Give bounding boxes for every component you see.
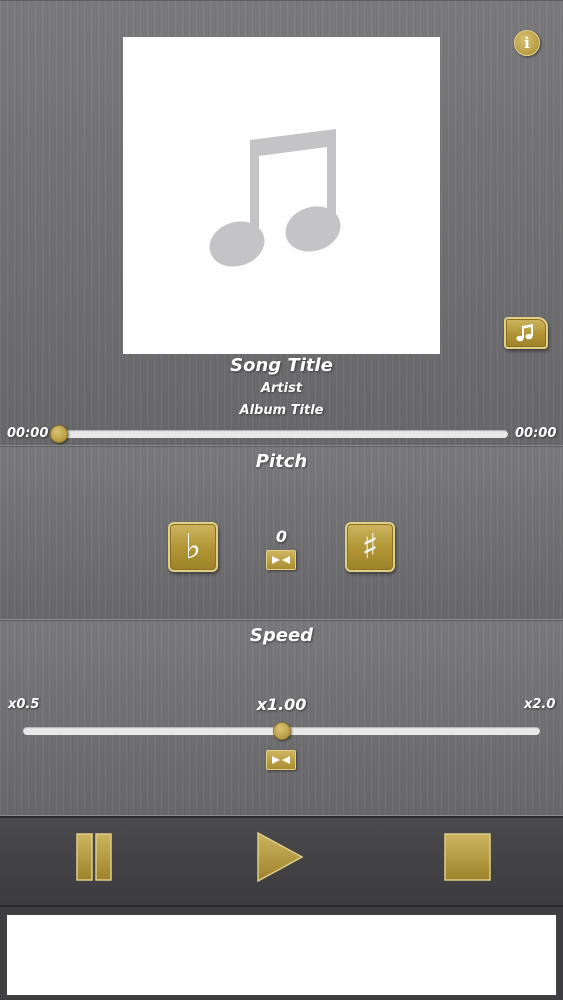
play-icon (257, 831, 304, 883)
now-playing-section: i Song Title Artist Album Title 00:00 00… (0, 0, 563, 446)
stop-button[interactable] (444, 833, 491, 881)
pitch-sharp-button[interactable]: ♯ (345, 522, 395, 572)
total-time: 00:00 (515, 426, 557, 441)
pitch-reset-button[interactable] (266, 550, 296, 570)
album-title: Album Title (239, 403, 324, 418)
speed-max-label: x2.0 (524, 697, 556, 712)
elapsed-time: 00:00 (7, 426, 49, 441)
album-art (123, 37, 440, 354)
speed-section: Speed x0.5 x1.00 x2.0 (0, 620, 563, 816)
transport-bar (0, 816, 563, 907)
pitch-value: 0 (275, 527, 288, 546)
open-music-folder-button[interactable] (504, 317, 548, 349)
music-note-icon (209, 129, 341, 267)
music-folder-icon (516, 324, 533, 342)
reset-icon (272, 756, 290, 764)
ad-banner-area (6, 914, 557, 996)
pause-icon (76, 833, 112, 881)
speed-knob[interactable] (272, 722, 291, 740)
info-button[interactable]: i (514, 30, 540, 56)
sharp-icon: ♯ (361, 527, 379, 567)
seek-track[interactable] (56, 430, 508, 438)
pitch-label: Pitch (255, 451, 308, 472)
speed-label: Speed (249, 625, 314, 646)
artist-name: Artist (260, 381, 303, 396)
pitch-section: Pitch ♭ 0 ♯ (0, 446, 563, 620)
speed-value: x1.00 (256, 695, 307, 714)
stop-icon (444, 833, 491, 881)
app-root: i Song Title Artist Album Title 00:00 00… (0, 0, 563, 1000)
play-button[interactable] (256, 831, 304, 883)
seek-knob[interactable] (50, 425, 68, 443)
info-icon: i (524, 34, 530, 52)
song-title: Song Title (230, 355, 333, 376)
reset-icon (272, 556, 290, 564)
speed-reset-button[interactable] (266, 750, 296, 770)
pause-button[interactable] (76, 833, 112, 881)
